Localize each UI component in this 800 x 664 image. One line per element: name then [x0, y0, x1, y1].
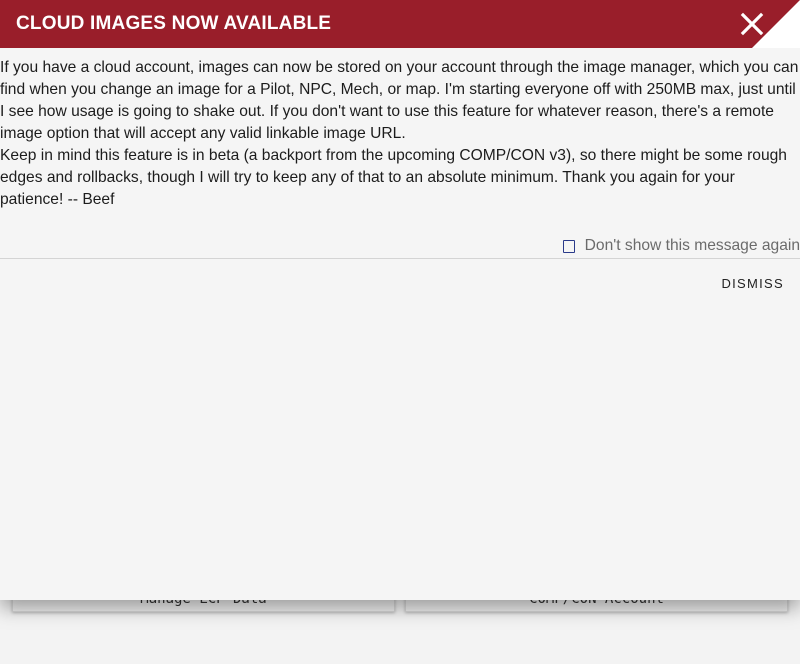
dismiss-button[interactable]: DISMISS — [721, 276, 784, 291]
dialog-divider — [0, 258, 800, 259]
close-icon — [740, 12, 764, 36]
close-button[interactable] — [738, 10, 766, 38]
dialog-title: CLOUD IMAGES NOW AVAILABLE — [16, 13, 332, 34]
dialog-body: If you have a cloud account, images can … — [0, 48, 800, 211]
cloud-images-dialog: CLOUD IMAGES NOW AVAILABLE If you have a… — [0, 0, 800, 600]
dont-show-again-label: Don't show this message again — [584, 237, 800, 254]
checkbox-icon[interactable] — [562, 239, 575, 253]
message-paragraph-2: Keep in mind this feature is in beta (a … — [0, 147, 787, 208]
dont-show-again-checkbox[interactable]: Don't show this message again — [562, 236, 800, 256]
message-paragraph-1: If you have a cloud account, images can … — [0, 59, 799, 142]
dialog-header: CLOUD IMAGES NOW AVAILABLE — [0, 0, 800, 48]
